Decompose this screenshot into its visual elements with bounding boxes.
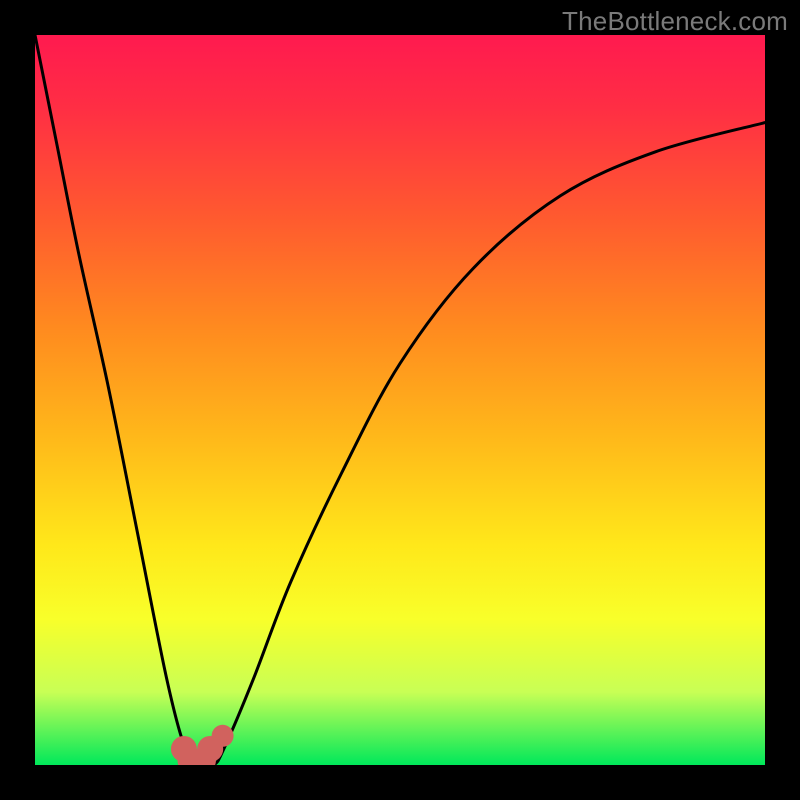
marker-u-right — [197, 736, 223, 762]
chart-frame: TheBottleneck.com — [0, 0, 800, 800]
bottleneck-curve — [35, 35, 765, 765]
plot-area — [35, 35, 765, 765]
bottleneck-curve-svg — [35, 35, 765, 765]
watermark-text: TheBottleneck.com — [562, 6, 788, 37]
